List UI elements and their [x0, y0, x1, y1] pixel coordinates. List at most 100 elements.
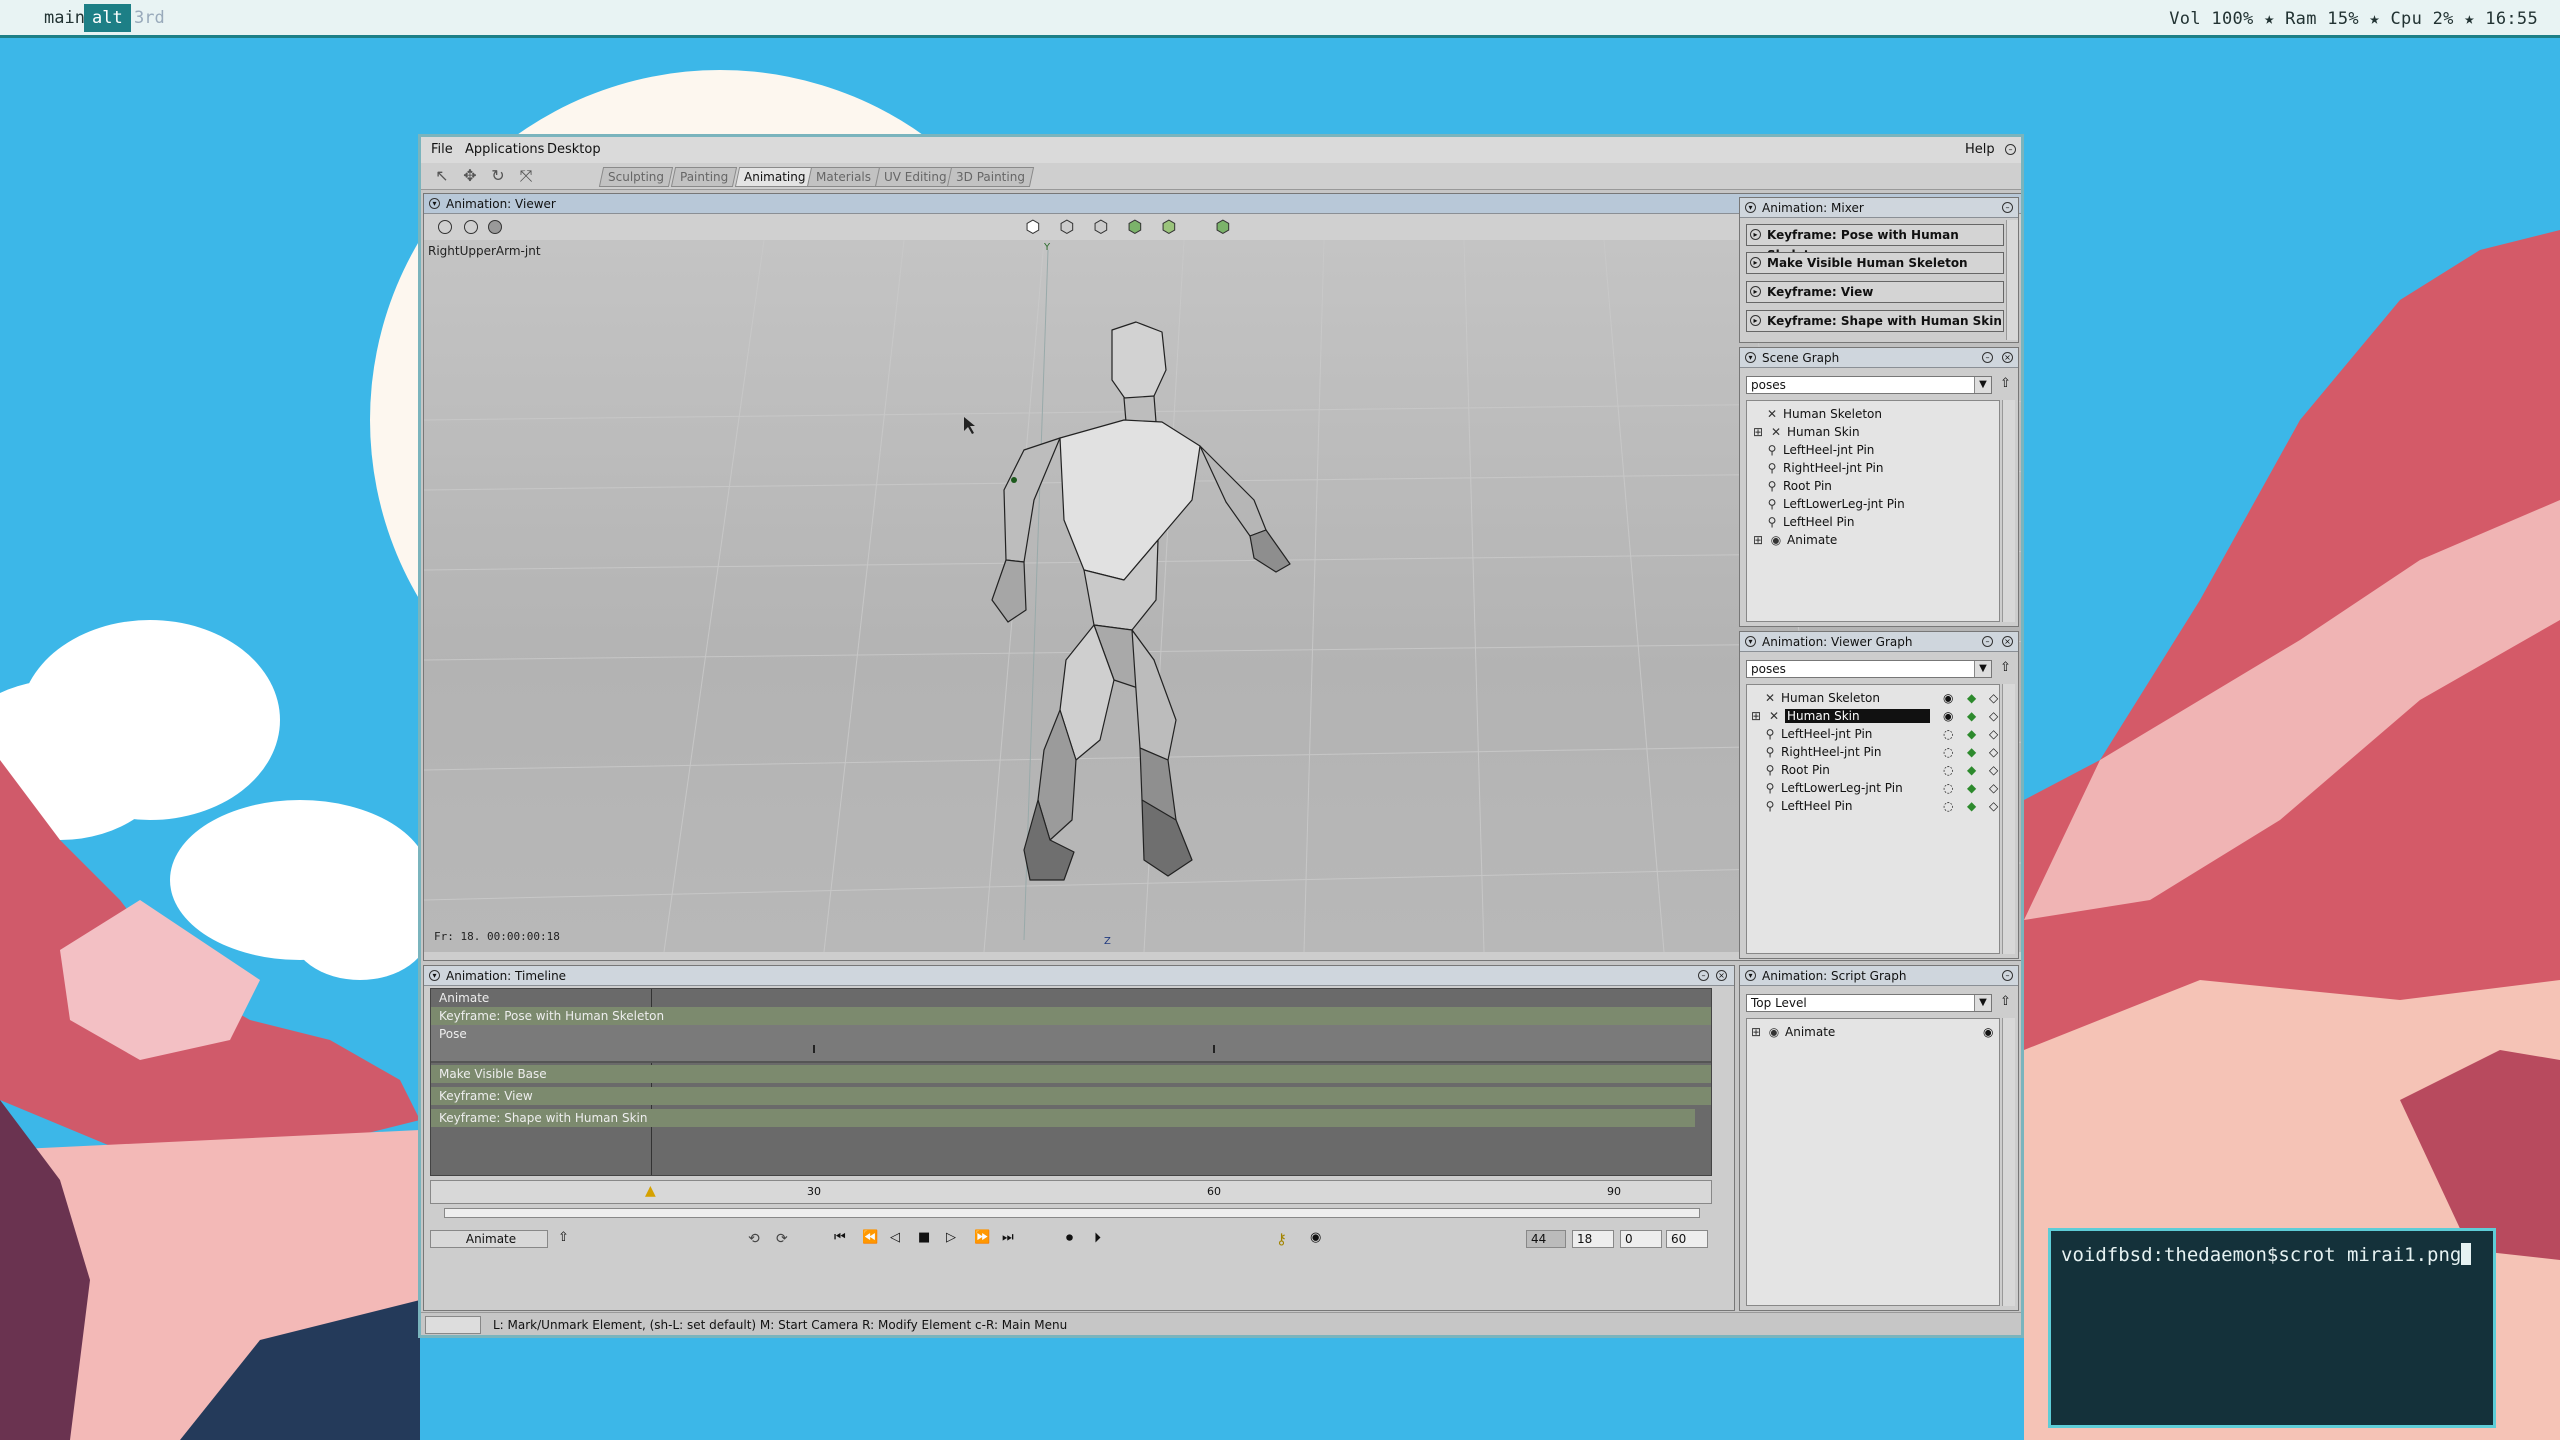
keyframe-marker[interactable] [813, 1045, 815, 1053]
list-item[interactable]: ⚲ LeftHeel-jnt Pin [1765, 441, 1875, 459]
eye-icon[interactable]: ◌ [1943, 725, 1953, 743]
lock-icon[interactable]: ◇ [1989, 689, 1998, 707]
timeline-tracks[interactable]: Animate Keyframe: Pose with Human Skelet… [430, 988, 1712, 1176]
visible-icon[interactable]: ◆ [1967, 725, 1976, 743]
eye-icon[interactable]: ◌ [1943, 761, 1953, 779]
lock-icon[interactable]: ◇ [1989, 707, 1998, 725]
timeline-row-shape-skin[interactable]: Keyframe: Shape with Human Skin [439, 1109, 647, 1127]
close-icon[interactable]: – [2002, 202, 2013, 213]
list-item[interactable]: ⊞ ◉ Animate [1751, 531, 1837, 549]
terminal-window[interactable]: voidfbsd:thedaemon$scrot mirai1.png [2048, 1228, 2496, 1428]
collapse-icon[interactable]: ▾ [1745, 352, 1756, 363]
mixer-item-view[interactable]: ▸ Keyframe: View [1746, 281, 2004, 303]
timeline-row-view[interactable]: Keyframe: View [439, 1087, 533, 1105]
texture-mode-icon[interactable]: ⬢ [1162, 217, 1177, 237]
menu-help[interactable]: Help [1965, 142, 1995, 157]
list-item[interactable]: ⊞ ✕ Human Skin [1751, 423, 1860, 441]
scene-graph-combo[interactable]: poses ▼ [1746, 376, 1992, 394]
timeline-scrollbar[interactable] [444, 1208, 1700, 1218]
camera-pan-icon[interactable] [464, 220, 478, 234]
up-arrow-icon[interactable]: ⇧ [2000, 994, 2011, 1009]
pingpong-icon[interactable]: ⟳ [776, 1231, 788, 1247]
timeline-row-pose[interactable]: Pose [439, 1025, 467, 1043]
skip-end-icon[interactable]: ⏭ [1002, 1230, 1014, 1245]
list-item[interactable]: ✕ Human Skeleton [1765, 405, 1882, 423]
eye-icon[interactable]: ◌ [1943, 779, 1953, 797]
collapse-icon[interactable]: ▾ [429, 970, 440, 981]
list-item[interactable]: ⚲ LeftHeel-jnt Pin ◌ ◆ ◇ [1763, 725, 1999, 743]
timeline-row-make-visible[interactable]: Make Visible Base [439, 1065, 547, 1083]
list-item[interactable]: ⚲ RightHeel-jnt Pin ◌ ◆ ◇ [1763, 743, 1999, 761]
play-reverse-icon[interactable]: ◁ [890, 1230, 900, 1245]
minimize-icon[interactable]: – [1698, 970, 1709, 981]
list-item[interactable]: ⚲ RightHeel-jnt Pin [1765, 459, 1884, 477]
tab-animating[interactable]: Animating [734, 167, 815, 187]
play-icon[interactable]: ▷ [946, 1230, 956, 1245]
collapse-icon[interactable]: ▾ [1745, 202, 1756, 213]
script-graph-scrollbar[interactable] [2002, 1018, 2015, 1306]
eye-icon[interactable]: ◌ [1943, 743, 1953, 761]
visible-icon[interactable]: ◆ [1967, 797, 1976, 815]
visible-icon[interactable]: ◆ [1967, 743, 1976, 761]
tab-3d-painting[interactable]: 3D Painting [946, 167, 1035, 187]
loop-icon[interactable]: ⟲ [748, 1231, 760, 1247]
stop-icon[interactable]: ■ [918, 1230, 930, 1245]
mixer-scrollbar[interactable] [2006, 220, 2018, 340]
camera-orbit-icon[interactable] [438, 220, 452, 234]
tab-uv-editing[interactable]: UV Editing [874, 167, 956, 187]
list-item[interactable]: ⚲ LeftLowerLeg-jnt Pin ◌ ◆ ◇ [1763, 779, 1999, 797]
close-icon[interactable]: × [2002, 352, 2013, 363]
total-frames-field[interactable]: 44 [1526, 1230, 1566, 1248]
visible-icon[interactable]: ◆ [1967, 707, 1976, 725]
expand-icon[interactable]: ⊞ [1749, 707, 1763, 725]
lock-icon[interactable]: ◇ [1989, 779, 1998, 797]
workspace-alt[interactable]: alt [84, 4, 131, 32]
wireframe-mode-icon[interactable]: ⬢ [1060, 217, 1075, 237]
visible-icon[interactable]: ◆ [1967, 689, 1976, 707]
move-icon[interactable]: ✥ [457, 166, 483, 186]
lock-icon[interactable]: ◇ [1989, 725, 1998, 743]
close-icon[interactable]: × [2002, 636, 2013, 647]
key-icon[interactable]: ⚷ [1276, 1230, 1287, 1248]
mixer-item-make-visible[interactable]: ▸ Make Visible Human Skeleton [1746, 252, 2004, 274]
eye-icon[interactable]: ◌ [1943, 797, 1953, 815]
expand-icon[interactable]: ⊞ [1751, 423, 1765, 441]
lock-icon[interactable]: ◇ [1989, 797, 1998, 815]
list-item[interactable]: ⚲ LeftHeel Pin [1765, 513, 1855, 531]
rotate-icon[interactable]: ↻ [485, 166, 511, 186]
eye-icon[interactable]: ◉ [1943, 689, 1953, 707]
viewer-graph-scrollbar[interactable] [2002, 684, 2015, 954]
end-frame-field[interactable]: 60 [1666, 1230, 1708, 1248]
lock-icon[interactable]: ◇ [1989, 743, 1998, 761]
minimize-icon[interactable]: – [2002, 970, 2013, 981]
scene-graph-scrollbar[interactable] [2002, 400, 2015, 622]
up-arrow-icon[interactable]: ⇧ [558, 1230, 569, 1245]
expand-icon[interactable]: ⊞ [1749, 1023, 1763, 1041]
up-arrow-icon[interactable]: ⇧ [2000, 376, 2011, 391]
collapse-icon[interactable]: ▾ [1745, 636, 1756, 647]
eye-icon[interactable]: ◉ [1943, 707, 1953, 725]
list-item[interactable]: ⊞ ✕ Human Skin ◉ ◆ ◇ [1749, 707, 1999, 725]
collapse-icon[interactable]: ▾ [1745, 970, 1756, 981]
mixer-item-shape-skin[interactable]: ▸ Keyframe: Shape with Human Skin [1746, 310, 2004, 332]
collapse-icon[interactable]: ▾ [429, 198, 440, 209]
tab-painting[interactable]: Painting [670, 167, 738, 187]
keyframe-marker[interactable] [1213, 1045, 1215, 1053]
menu-applications[interactable]: Applications [465, 142, 544, 157]
mixer-item-pose-skeleton[interactable]: ▸Keyframe: Pose with Human Skeleton [1746, 224, 2004, 262]
list-item[interactable]: ⚲ LeftHeel Pin ◌ ◆ ◇ [1763, 797, 1999, 815]
timeline-row-pose-skeleton[interactable]: Keyframe: Pose with Human Skeleton [439, 1007, 664, 1025]
shading-mode-icon[interactable]: ⬢ [1026, 217, 1041, 237]
menu-file[interactable]: File [431, 142, 453, 157]
list-item[interactable]: ⚲ Root Pin [1765, 477, 1832, 495]
menu-desktop[interactable]: Desktop [547, 142, 601, 157]
smooth-mode-icon[interactable]: ⬢ [1128, 217, 1143, 237]
playhead-marker-icon[interactable]: ▲ [645, 1183, 656, 1199]
flat-mode-icon[interactable]: ⬢ [1094, 217, 1109, 237]
record-icon[interactable]: ⏺ [1066, 1230, 1073, 1246]
minimize-icon[interactable]: – [1982, 352, 1993, 363]
timeline-script-combo[interactable]: Animate [430, 1230, 548, 1248]
tab-materials[interactable]: Materials [806, 167, 881, 187]
lighting-mode-icon[interactable]: ⬢ [1216, 217, 1231, 237]
current-frame-field[interactable]: 18 [1572, 1230, 1614, 1248]
